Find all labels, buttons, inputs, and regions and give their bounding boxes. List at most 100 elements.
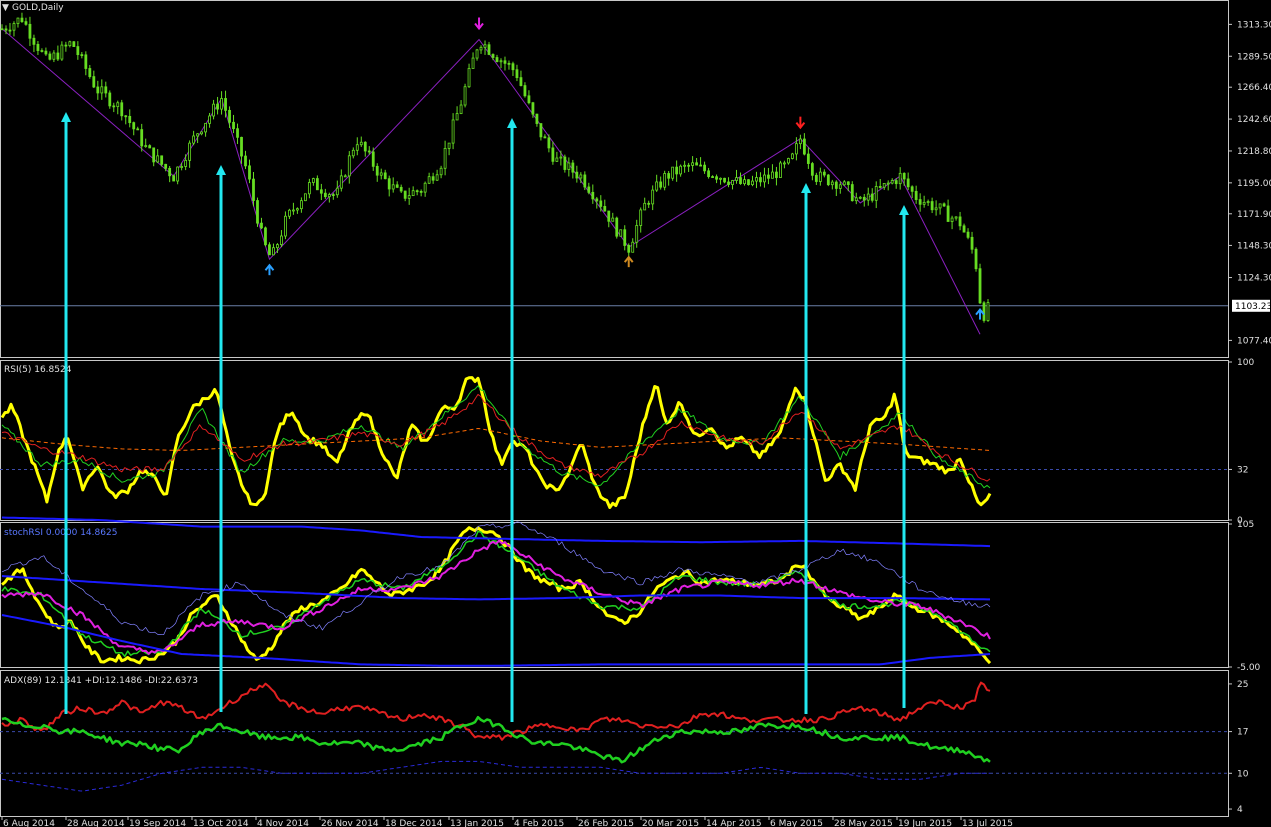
candle-body — [663, 173, 667, 188]
candle-body — [284, 215, 287, 237]
y-tick-label: 105 — [1237, 520, 1254, 530]
candle-body — [184, 159, 188, 167]
candle-body — [691, 162, 695, 166]
candle-body — [459, 104, 463, 114]
x-tick-label: 4 Nov 2014 — [257, 819, 309, 827]
y-tick-label: 1195.00 — [1237, 179, 1271, 189]
candle-body — [204, 122, 207, 133]
candle-body — [511, 63, 515, 71]
candle-body — [571, 162, 575, 173]
candle-body — [8, 29, 12, 32]
current-price-badge: 1103.23 — [1232, 299, 1271, 312]
candle-body — [830, 181, 834, 186]
candle-body — [627, 245, 631, 253]
candle-body — [96, 86, 100, 94]
candle-body — [850, 184, 854, 202]
candle-body — [643, 202, 647, 211]
candle-body — [679, 165, 683, 175]
y-tick-label: 1148.30 — [1237, 241, 1271, 251]
candle-body — [791, 153, 794, 159]
y-tick-label: 10 — [1237, 769, 1249, 779]
candle-body — [483, 44, 487, 48]
candle-body — [954, 216, 958, 219]
candle-body — [906, 178, 910, 188]
candle-body — [387, 178, 391, 190]
candle-body — [307, 182, 311, 195]
candle-body — [499, 60, 503, 63]
x-tick-label: 28 Aug 2014 — [67, 819, 125, 827]
candle-body — [763, 174, 766, 183]
candle-body — [543, 136, 547, 139]
candle-body — [982, 302, 986, 321]
y-tick-label: 1077.40 — [1237, 336, 1271, 346]
candle-body — [443, 148, 447, 169]
candle-body — [759, 177, 762, 183]
candle-body — [339, 175, 343, 189]
candle-body — [335, 187, 339, 196]
candle-body — [854, 197, 858, 202]
candle-body — [236, 128, 239, 138]
candle-body — [491, 54, 495, 58]
x-tick-label: 14 Apr 2015 — [706, 819, 762, 827]
candle-body — [224, 98, 227, 111]
candle-body — [567, 162, 571, 170]
price-panel-title: GOLD,Daily — [12, 3, 64, 13]
candle-body — [24, 21, 28, 25]
x-tick-label: 19 Jun 2015 — [898, 819, 952, 827]
candle-body — [751, 180, 754, 186]
candle-body — [743, 179, 746, 185]
candle-body — [615, 217, 619, 237]
candle-body — [347, 155, 351, 177]
candle-body — [962, 225, 966, 233]
candle-body — [918, 199, 922, 205]
candle-body — [252, 178, 255, 201]
candle-body — [144, 145, 148, 148]
candle-body — [842, 181, 846, 186]
candle-body — [148, 145, 152, 149]
candle-body — [922, 201, 926, 205]
x-tick-label: 26 Nov 2014 — [321, 819, 379, 827]
candle-body — [659, 181, 663, 188]
candle-body — [68, 41, 72, 47]
svg-text:1103.23: 1103.23 — [1235, 302, 1271, 312]
candle-body — [331, 194, 335, 196]
candle-body — [88, 68, 92, 78]
y-tick-label: 1218.80 — [1237, 147, 1271, 157]
candle-body — [479, 46, 483, 51]
candle-body — [727, 181, 730, 185]
candle-body — [974, 248, 978, 270]
candle-body — [112, 105, 116, 108]
candle-body — [719, 177, 722, 180]
candle-body — [124, 115, 128, 118]
candle-body — [244, 155, 247, 167]
candle-body — [958, 216, 962, 227]
candle-body — [575, 171, 579, 179]
y-tick-label: 17 — [1237, 728, 1248, 738]
candle-body — [32, 37, 36, 45]
y-tick-label: 1124.30 — [1237, 274, 1271, 284]
candle-body — [787, 158, 790, 164]
candle-body — [292, 209, 295, 212]
candle-body — [359, 141, 363, 146]
candle-body — [747, 179, 750, 186]
candle-body — [108, 92, 112, 107]
candle-body — [715, 176, 718, 180]
candle-body — [527, 95, 531, 104]
candle-body — [870, 193, 874, 201]
candle-body — [834, 181, 838, 189]
candle-body — [391, 184, 395, 190]
candle-body — [731, 180, 734, 185]
candle-body — [156, 155, 160, 163]
candle-body — [639, 209, 643, 226]
candle-body — [771, 171, 774, 179]
candle-body — [866, 193, 870, 201]
candle-body — [946, 205, 950, 222]
candle-body — [28, 23, 32, 39]
trading-chart[interactable]: GOLD,Daily ▼ RSI(5) 16.8524 stochRSI 0.0… — [0, 0, 1271, 827]
candle-body — [475, 49, 479, 59]
x-tick-label: 19 Sep 2014 — [129, 819, 186, 827]
candle-body — [140, 129, 144, 147]
candle-body — [212, 103, 215, 117]
candle-body — [671, 166, 675, 179]
candle-body — [84, 54, 88, 69]
